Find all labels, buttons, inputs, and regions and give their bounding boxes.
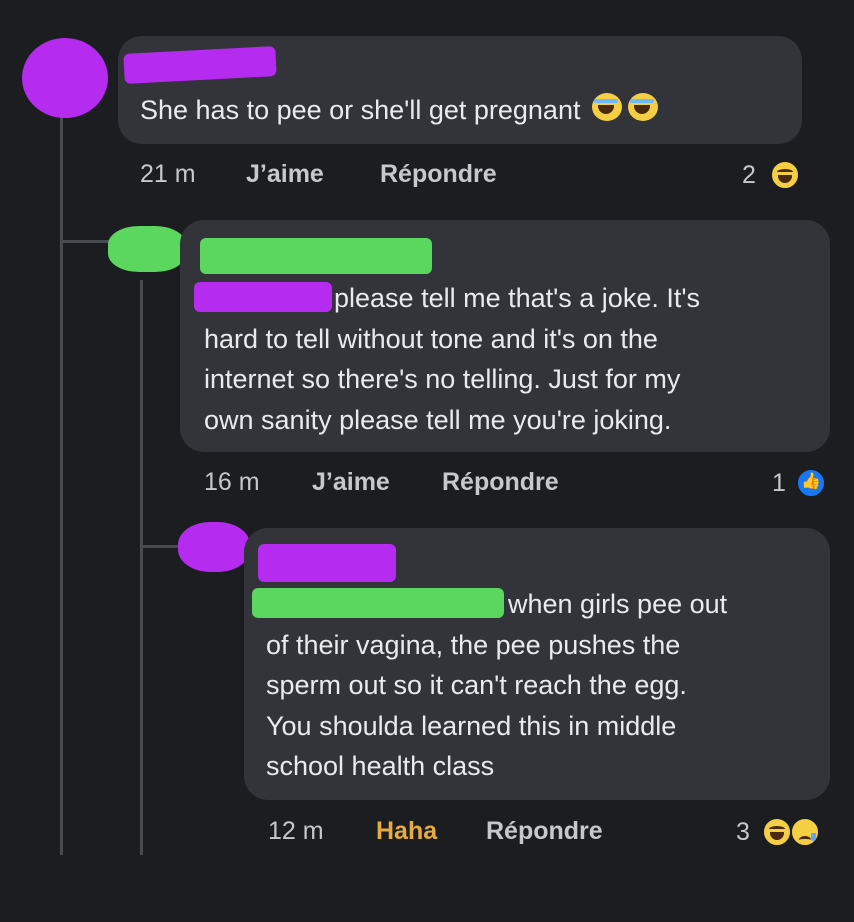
thread-connector-2 <box>140 545 180 548</box>
laugh-emoji[interactable] <box>770 160 800 190</box>
avatar-commenter-2[interactable] <box>108 226 186 272</box>
like-button-1[interactable]: J’aime <box>246 160 324 189</box>
comment-bubble-3: when girls pee out of their vagina, the … <box>244 528 830 800</box>
haha-button-3[interactable]: Haha <box>376 817 437 846</box>
reply-button-1[interactable]: Répondre <box>380 160 497 189</box>
thread-line-main <box>60 110 63 855</box>
comment-text-3: when girls pee out of their vagina, the … <box>266 589 728 781</box>
avatar-commenter-1[interactable] <box>22 38 108 118</box>
redacted-name-3[interactable] <box>258 544 396 582</box>
laugh-emoji[interactable] <box>762 817 792 847</box>
like-icon[interactable] <box>796 468 826 498</box>
like-button-2[interactable]: J’aime <box>312 468 390 497</box>
reply-button-2[interactable]: Répondre <box>442 468 559 497</box>
comment-time-1: 21 m <box>140 160 196 188</box>
comment-text-2: please tell me that's a joke. It's hard … <box>204 283 700 435</box>
sad-emoji[interactable] <box>790 817 820 847</box>
thread-connector-1 <box>60 240 112 243</box>
reaction-count-1[interactable]: 2 <box>742 161 756 190</box>
avatar-commenter-3[interactable] <box>178 522 250 572</box>
comment-text-1: She has to pee or she'll get pregnant <box>140 90 660 131</box>
laughing-crying-emoji <box>625 91 660 123</box>
comment-time-2: 16 m <box>204 468 260 496</box>
laughing-crying-emoji <box>589 91 624 123</box>
thread-line-reply <box>140 280 143 855</box>
comment-bubble-1: She has to pee or she'll get pregnant <box>118 36 802 144</box>
reaction-count-3[interactable]: 3 <box>736 818 750 847</box>
reaction-count-2[interactable]: 1 <box>772 469 786 498</box>
redacted-name-1[interactable] <box>123 46 277 84</box>
redacted-name-2[interactable] <box>200 238 432 274</box>
comment-time-3: 12 m <box>268 817 324 845</box>
comment-bubble-2: please tell me that's a joke. It's hard … <box>180 220 830 452</box>
reply-button-3[interactable]: Répondre <box>486 817 603 846</box>
